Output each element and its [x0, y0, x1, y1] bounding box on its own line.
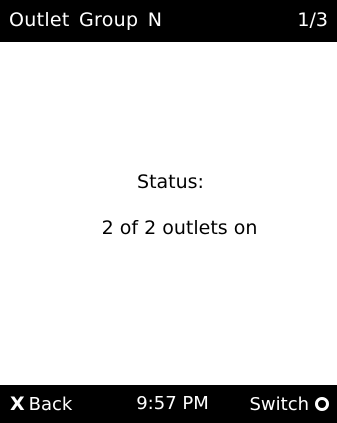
back-button[interactable]: X Back — [10, 392, 72, 416]
status-label: Status: — [137, 171, 204, 193]
page-indicator: 1/3 — [297, 9, 328, 31]
switch-label: Switch — [249, 393, 309, 415]
device-screen: Outlet Group N 1/3 Status: 2 of 2 outlet… — [0, 0, 337, 423]
x-icon: X — [10, 393, 25, 415]
footer-bar: X Back 9:57 PM Switch — [0, 385, 337, 423]
header-bar: Outlet Group N 1/3 — [0, 0, 337, 42]
page-title: Outlet Group N — [9, 9, 163, 31]
status-value: 2 of 2 outlets on — [101, 217, 258, 239]
back-label: Back — [28, 393, 73, 415]
switch-button[interactable]: Switch — [249, 392, 329, 416]
circle-icon — [315, 397, 329, 411]
